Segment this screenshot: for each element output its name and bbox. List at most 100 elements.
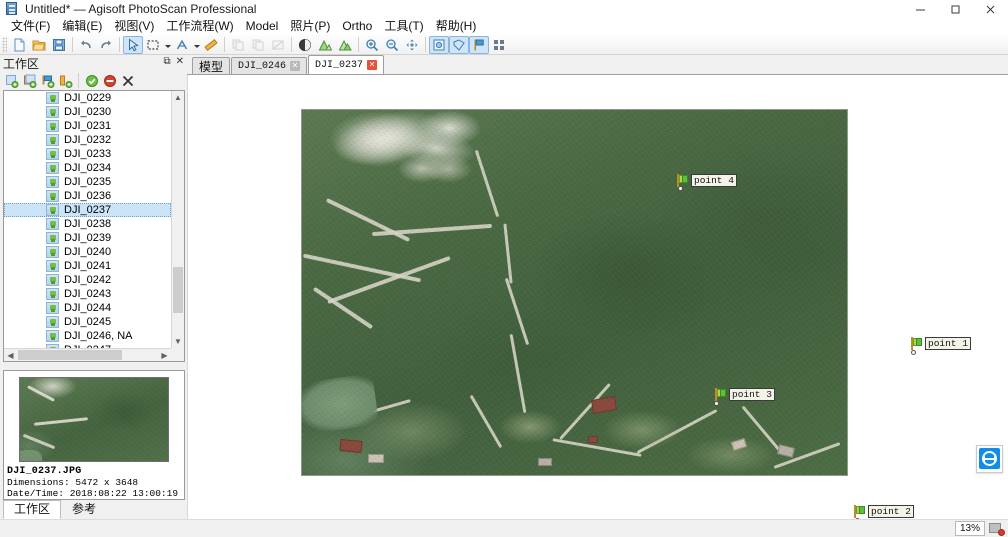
marker-point-2-dot[interactable] [855, 518, 860, 519]
menu-view[interactable]: 视图(V) [108, 18, 160, 35]
workspace-item-label: DJI_0241 [64, 259, 112, 272]
menu-photo[interactable]: 照片(P) [284, 18, 336, 35]
menu-tools[interactable]: 工具(T) [378, 18, 429, 35]
tab-dji-0237-close-icon[interactable]: ✕ [367, 60, 378, 70]
rectangle-selection-icon[interactable] [143, 36, 163, 54]
processing-status-icon[interactable] [989, 522, 1005, 536]
workspace-item-dji_0229[interactable]: DJI_0229 [4, 91, 171, 105]
workspace-item-dji_0233[interactable]: DJI_0233 [4, 147, 171, 161]
navigation-arrow-icon[interactable] [123, 35, 143, 54]
hscroll-thumb[interactable] [18, 350, 122, 360]
save-document-icon[interactable] [49, 36, 69, 54]
close-button[interactable] [973, 0, 1008, 18]
close-panel-icon[interactable]: ✕ [176, 56, 184, 68]
add-photos-icon[interactable] [21, 72, 38, 89]
workspace-item-dji_0241[interactable]: DJI_0241 [4, 259, 171, 273]
marker-point-3-dot[interactable] [714, 401, 719, 406]
zoom-out-icon[interactable] [382, 36, 402, 54]
redo-icon[interactable] [96, 36, 116, 54]
workspace-item-dji_0244[interactable]: DJI_0244 [4, 301, 171, 315]
workspace-item-dji_0240[interactable]: DJI_0240 [4, 245, 171, 259]
show-flags-icon[interactable] [469, 35, 489, 54]
workspace-item-dji_0236[interactable]: DJI_0236 [4, 189, 171, 203]
workspace-item-label: DJI_0235 [64, 175, 112, 188]
marker-point-4-dot[interactable] [678, 186, 683, 191]
disable-icon[interactable] [101, 72, 118, 89]
menu-workflow[interactable]: 工作流程(W) [160, 18, 239, 35]
delete-selection-icon[interactable] [268, 36, 288, 54]
tab-model[interactable]: 模型 [192, 57, 231, 74]
show-markers-icon[interactable] [449, 35, 469, 54]
tab-dji-0237[interactable]: DJI_0237 ✕ [308, 55, 385, 74]
float-panel-icon[interactable]: ⧉ [163, 56, 170, 68]
workspace-item-label: DJI_0240 [64, 245, 112, 258]
open-document-icon[interactable] [29, 36, 49, 54]
tiles-view-icon[interactable] [489, 36, 509, 54]
gradual-selection-icon[interactable] [315, 36, 335, 54]
selection-dropdown-icon[interactable] [163, 36, 172, 54]
scroll-up-icon[interactable]: ▲ [172, 91, 184, 104]
photo-viewport[interactable]: point 4 point 1 point 3 point 2 [187, 75, 1008, 519]
scroll-down-icon[interactable]: ▼ [172, 335, 184, 348]
marker-point-1[interactable]: point 1 [910, 337, 971, 355]
bottom-tab-reference[interactable]: 参考 [61, 500, 107, 519]
shading-sphere-icon[interactable] [295, 36, 315, 54]
workspace-item-dji_0234[interactable]: DJI_0234 [4, 161, 171, 175]
vscroll-thumb[interactable] [173, 267, 183, 313]
document-tab-bar: 模型 DJI_0246 ✕ DJI_0237 ✕ [187, 55, 1008, 75]
paste-icon[interactable] [248, 36, 268, 54]
bottom-tab-workspace[interactable]: 工作区 [3, 500, 62, 519]
menu-model[interactable]: Model [240, 18, 285, 35]
workspace-item-label: DJI_0238 [64, 217, 112, 230]
scroll-right-icon[interactable]: ▶ [158, 349, 171, 361]
reset-view-icon[interactable] [402, 36, 422, 54]
menu-help[interactable]: 帮助(H) [430, 18, 483, 35]
zoom-in-icon[interactable] [362, 36, 382, 54]
workspace-tree-hscrollbar[interactable]: ◀ ▶ [4, 348, 171, 361]
menu-file[interactable]: 文件(F) [5, 18, 56, 35]
workspace-item-dji_0235[interactable]: DJI_0235 [4, 175, 171, 189]
ruler-measure-icon[interactable] [201, 36, 221, 54]
workspace-item-label: DJI_0232 [64, 133, 112, 146]
workspace-item-dji_0230[interactable]: DJI_0230 [4, 105, 171, 119]
show-cameras-icon[interactable] [429, 35, 449, 54]
workspace-item-dji_0245[interactable]: DJI_0245 [4, 315, 171, 329]
point-tool-icon[interactable] [172, 36, 192, 54]
workspace-tree-vscrollbar[interactable]: ▲ ▼ [171, 91, 184, 348]
menu-edit[interactable]: 编辑(E) [56, 18, 108, 35]
remove-items-icon[interactable] [119, 72, 136, 89]
tab-dji-0246[interactable]: DJI_0246 ✕ [231, 57, 308, 74]
copy-icon[interactable] [228, 36, 248, 54]
workspace-item-dji_0238[interactable]: DJI_0238 [4, 217, 171, 231]
workspace-item-dji_0231[interactable]: DJI_0231 [4, 119, 171, 133]
zoom-level-field[interactable]: 13% [955, 521, 985, 536]
workspace-item-dji_0232[interactable]: DJI_0232 [4, 133, 171, 147]
workspace-item-dji_0246-na[interactable]: DJI_0246, NA [4, 329, 171, 343]
toolbar-grip[interactable] [2, 36, 7, 53]
marker-point-1-dot[interactable] [911, 350, 916, 355]
close-holes-icon[interactable] [335, 36, 355, 54]
scroll-left-icon[interactable]: ◀ [4, 349, 17, 361]
tab-dji-0246-close-icon[interactable]: ✕ [290, 61, 301, 71]
workspace-item-dji_0237[interactable]: DJI_0237 [4, 203, 171, 217]
workspace-item-dji_0243[interactable]: DJI_0243 [4, 287, 171, 301]
undo-icon[interactable] [76, 36, 96, 54]
menu-ortho[interactable]: Ortho [336, 18, 378, 35]
minimize-button[interactable] [903, 0, 938, 18]
workspace-tree[interactable]: DJI_0229 DJI_0230 DJI_0231 DJI_0232 DJI_0233… [3, 90, 185, 362]
maximize-button[interactable] [938, 0, 973, 18]
workspace-item-dji_0242[interactable]: DJI_0242 [4, 273, 171, 287]
photo-metadata: DJI_0237.JPG Dimensions: 5472 x 3648 Dat… [4, 462, 184, 499]
enable-icon[interactable] [83, 72, 100, 89]
toolbar-separator [425, 37, 426, 52]
add-scalebar-icon[interactable] [57, 72, 74, 89]
marker-point-2[interactable]: point 2 [853, 505, 914, 519]
add-chunk-icon[interactable] [3, 72, 20, 89]
point-dropdown-icon[interactable] [192, 36, 201, 54]
marker-point-4[interactable]: point 4 [676, 174, 737, 191]
workspace-item-dji_0239[interactable]: DJI_0239 [4, 231, 171, 245]
marker-point-3[interactable]: point 3 [714, 388, 775, 406]
new-document-icon[interactable] [9, 36, 29, 54]
teamviewer-icon[interactable] [970, 441, 1006, 479]
add-markers-icon[interactable] [39, 72, 56, 89]
